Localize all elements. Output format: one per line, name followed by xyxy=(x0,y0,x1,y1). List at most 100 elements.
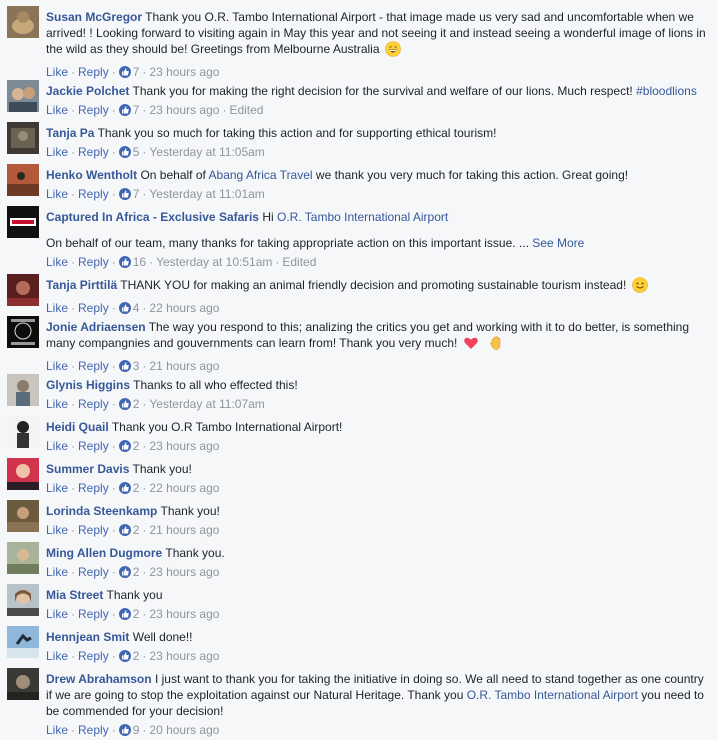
reaction-count[interactable]: 2 xyxy=(118,523,139,537)
reaction-count[interactable]: 2 xyxy=(118,565,139,579)
reply-button[interactable]: Reply xyxy=(78,649,109,663)
reaction-count[interactable]: 9 xyxy=(118,723,139,737)
timestamp[interactable]: 23 hours ago xyxy=(149,565,219,579)
timestamp[interactable]: 23 hours ago xyxy=(149,65,219,79)
avatar[interactable] xyxy=(7,274,39,306)
timestamp[interactable]: 21 hours ago xyxy=(149,359,219,373)
commenter-name[interactable]: Henko Wentholt xyxy=(46,168,137,182)
commenter-name[interactable]: Glynis Higgins xyxy=(46,378,130,392)
like-button[interactable]: Like xyxy=(46,439,68,453)
commenter-name[interactable]: Tanja Pa xyxy=(46,126,94,140)
page-mention-link[interactable]: Abang Africa Travel xyxy=(209,168,313,182)
commenter-name[interactable]: Ming Allen Dugmore xyxy=(46,546,162,560)
timestamp[interactable]: 22 hours ago xyxy=(149,301,219,315)
commenter-name[interactable]: Hennjean Smit xyxy=(46,630,129,644)
reaction-count[interactable]: 3 xyxy=(118,359,139,373)
see-more-link[interactable]: See More xyxy=(532,236,584,250)
avatar[interactable] xyxy=(7,500,39,532)
like-button[interactable]: Like xyxy=(46,145,68,159)
reaction-count[interactable]: 7 xyxy=(118,187,139,201)
reply-button[interactable]: Reply xyxy=(78,301,109,315)
avatar[interactable] xyxy=(7,316,39,348)
avatar[interactable] xyxy=(7,626,39,658)
reply-button[interactable]: Reply xyxy=(78,359,109,373)
commenter-name[interactable]: Susan McGregor xyxy=(46,10,142,24)
reply-button[interactable]: Reply xyxy=(78,723,109,737)
commenter-name[interactable]: Jonie Adriaensen xyxy=(46,320,146,334)
reaction-count[interactable]: 2 xyxy=(118,649,139,663)
commenter-name[interactable]: Jackie Polchet xyxy=(46,84,129,98)
avatar[interactable] xyxy=(7,206,39,238)
timestamp[interactable]: 23 hours ago xyxy=(149,439,219,453)
like-button[interactable]: Like xyxy=(46,301,68,315)
commenter-name[interactable]: Heidi Quail xyxy=(46,420,109,434)
avatar[interactable] xyxy=(7,164,39,196)
like-button[interactable]: Like xyxy=(46,397,68,411)
timestamp[interactable]: 22 hours ago xyxy=(149,481,219,495)
avatar[interactable] xyxy=(7,542,39,574)
like-button[interactable]: Like xyxy=(46,103,68,117)
reaction-count[interactable]: 16 xyxy=(118,255,146,269)
reaction-count[interactable]: 4 xyxy=(118,301,139,315)
reply-button[interactable]: Reply xyxy=(78,439,109,453)
reply-button[interactable]: Reply xyxy=(78,607,109,621)
commenter-name[interactable]: Mia Street xyxy=(46,588,103,602)
avatar[interactable] xyxy=(7,80,39,112)
reaction-count[interactable]: 7 xyxy=(118,65,139,79)
avatar[interactable] xyxy=(7,584,39,616)
like-button[interactable]: Like xyxy=(46,187,68,201)
reply-button[interactable]: Reply xyxy=(78,565,109,579)
like-button[interactable]: Like xyxy=(46,65,68,79)
like-button[interactable]: Like xyxy=(46,481,68,495)
reply-button[interactable]: Reply xyxy=(78,187,109,201)
timestamp[interactable]: Yesterday at 11:05am xyxy=(149,145,264,159)
reaction-count[interactable]: 7 xyxy=(118,103,139,117)
thumbs-up-icon xyxy=(118,482,131,494)
timestamp[interactable]: Yesterday at 10:51am xyxy=(156,255,272,269)
avatar[interactable] xyxy=(7,6,39,38)
timestamp[interactable]: 23 hours ago xyxy=(149,103,219,117)
avatar[interactable] xyxy=(7,416,39,448)
like-button[interactable]: Like xyxy=(46,565,68,579)
reply-button[interactable]: Reply xyxy=(78,65,109,79)
thumbs-up-icon xyxy=(118,104,131,116)
like-button[interactable]: Like xyxy=(46,649,68,663)
like-button[interactable]: Like xyxy=(46,255,68,269)
like-button[interactable]: Like xyxy=(46,359,68,373)
avatar[interactable] xyxy=(7,374,39,406)
edited-label[interactable]: Edited xyxy=(229,103,263,117)
timestamp[interactable]: 23 hours ago xyxy=(149,649,219,663)
timestamp[interactable]: Yesterday at 11:01am xyxy=(149,187,264,201)
like-button[interactable]: Like xyxy=(46,607,68,621)
reaction-count[interactable]: 2 xyxy=(118,397,139,411)
page-mention-link[interactable]: O.R. Tambo International Airport xyxy=(277,210,448,224)
reply-button[interactable]: Reply xyxy=(78,523,109,537)
commenter-name[interactable]: Lorinda Steenkamp xyxy=(46,504,157,518)
commenter-name[interactable]: Captured In Africa - Exclusive Safaris xyxy=(46,210,259,224)
like-button[interactable]: Like xyxy=(46,523,68,537)
thumbs-up-icon xyxy=(118,66,131,78)
reply-button[interactable]: Reply xyxy=(78,481,109,495)
page-mention-link[interactable]: O.R. Tambo International Airport xyxy=(467,688,638,702)
reply-button[interactable]: Reply xyxy=(78,145,109,159)
reaction-count[interactable]: 5 xyxy=(118,145,139,159)
commenter-name[interactable]: Summer Davis xyxy=(46,462,129,476)
reply-button[interactable]: Reply xyxy=(78,103,109,117)
like-button[interactable]: Like xyxy=(46,723,68,737)
timestamp[interactable]: Yesterday at 11:07am xyxy=(149,397,264,411)
hashtag-link[interactable]: #bloodlions xyxy=(636,84,697,98)
reaction-count[interactable]: 2 xyxy=(118,607,139,621)
timestamp[interactable]: 23 hours ago xyxy=(149,607,219,621)
avatar[interactable] xyxy=(7,122,39,154)
reply-button[interactable]: Reply xyxy=(78,397,109,411)
edited-label[interactable]: Edited xyxy=(282,255,316,269)
timestamp[interactable]: 20 hours ago xyxy=(149,723,219,737)
reaction-count[interactable]: 2 xyxy=(118,439,139,453)
avatar[interactable] xyxy=(7,458,39,490)
commenter-name[interactable]: Tanja Pirttilä xyxy=(46,278,117,292)
reaction-count[interactable]: 2 xyxy=(118,481,139,495)
commenter-name[interactable]: Drew Abrahamson xyxy=(46,672,152,686)
timestamp[interactable]: 21 hours ago xyxy=(149,523,219,537)
avatar[interactable] xyxy=(7,668,39,700)
reply-button[interactable]: Reply xyxy=(78,255,109,269)
